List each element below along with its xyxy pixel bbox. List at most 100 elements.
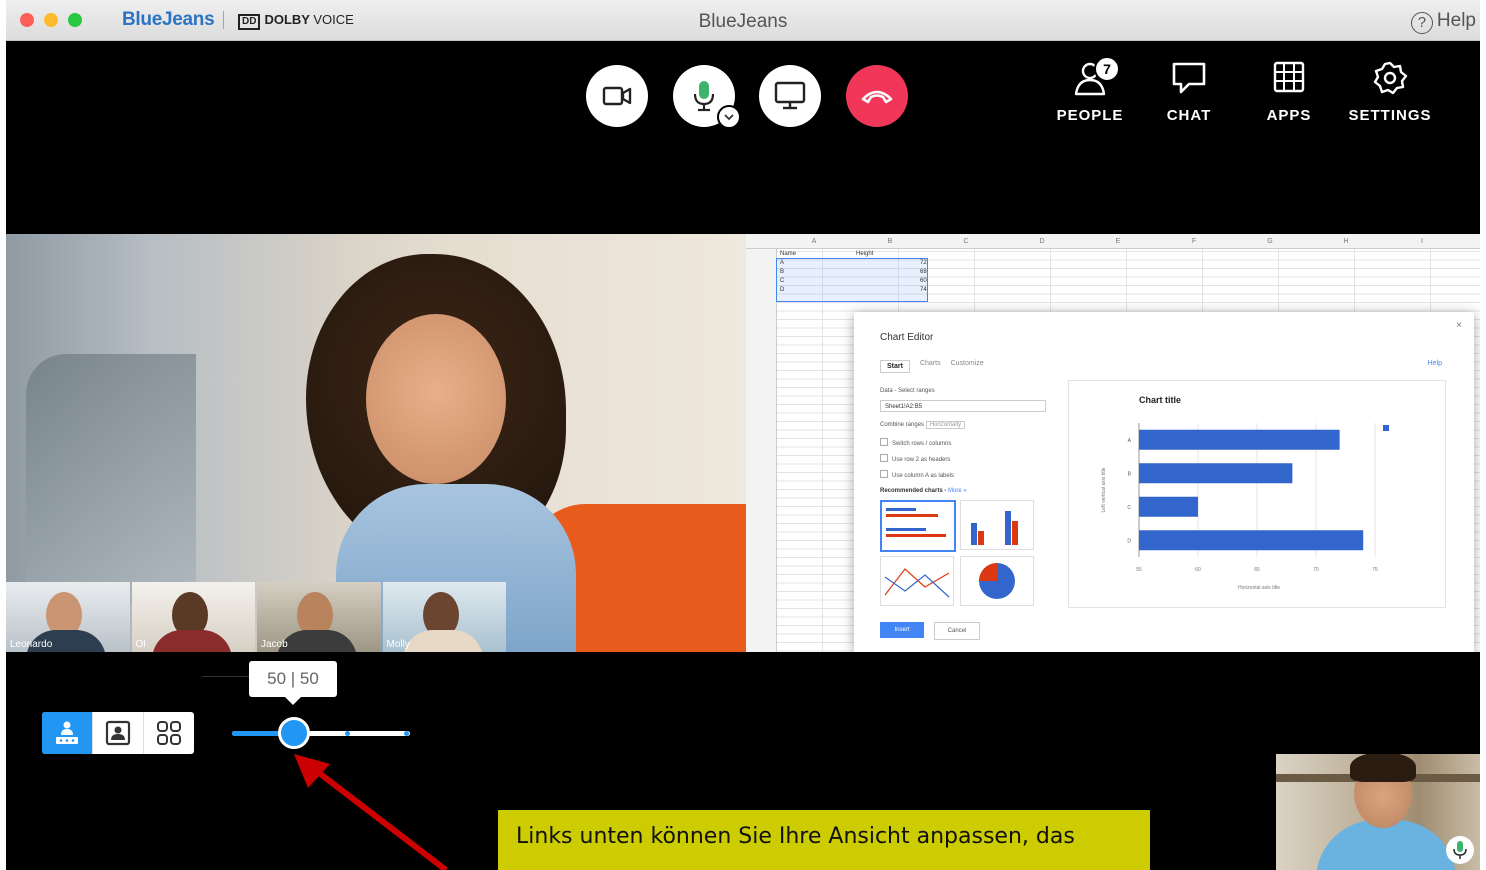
slider-tooltip: 50 | 50 [249,661,337,705]
chart-editor-tabs: Start Charts Customize [880,360,984,373]
hbar-chart-icon [886,508,946,537]
data-range-label: Data - Select ranges [880,388,935,394]
title-bar: BlueJeans DD DOLBY VOICE BlueJeans ? Help [6,0,1480,41]
layout-speaker-button[interactable] [42,712,93,754]
participant-name: Leonardo [10,639,53,650]
recommended-charts-row: Recommended charts - More » [880,488,967,494]
pie-chart-icon [979,563,1015,599]
cell-name: B [780,269,785,275]
data-range-input[interactable]: Sheet1!A2:B5 [880,400,1046,412]
mic-options-button[interactable] [717,105,741,129]
video-toggle-button[interactable] [586,65,648,127]
combine-ranges-select[interactable]: Horizontally [925,421,966,429]
chevron-down-icon [724,114,734,121]
person-card-icon [105,720,131,746]
participant-thumb[interactable]: Leonardo [6,582,130,652]
people-count-badge: 7 [1094,56,1120,82]
monitor-icon [774,81,806,110]
speaker-face [366,314,506,484]
bluejeans-window: BlueJeans DD DOLBY VOICE BlueJeans ? Help … [6,0,1480,870]
apps-grid-icon [1273,61,1305,93]
spreadsheet-row-headers [746,249,777,652]
recommended-column-thumb[interactable] [960,500,1034,550]
presenter-icon [56,721,78,744]
participant-thumb[interactable]: Jacob [257,582,381,652]
column-chart-icon [971,511,1018,545]
tab-start[interactable]: Start [880,360,910,373]
settings-button[interactable]: SETTINGS [1340,60,1440,124]
annotation-callout: Links unten können Sie Ihre Ansicht anpa… [498,810,1150,870]
layout-gallery-button[interactable] [144,712,194,754]
self-view-mic-button[interactable] [1446,836,1474,864]
layout-person-button[interactable] [93,712,144,754]
participant-thumb[interactable]: Molly [382,582,506,652]
main-speaker-video[interactable]: Leonardo Ol Jacob Molly [6,234,746,652]
participant-body [151,630,232,652]
combine-ranges-label: Combine ranges [880,422,925,428]
self-view-video[interactable] [1276,754,1480,870]
bar [1139,429,1340,450]
video-stage: Leonardo Ol Jacob Molly A B C D E F G H … [6,234,1480,652]
video-camera-icon [602,86,632,106]
people-button[interactable]: 7 PEOPLE [1040,56,1140,124]
cell-height: 68 [920,269,927,275]
option-label: Use column A as labels [892,473,955,479]
x-tick-label: 70 [1313,567,1319,573]
apps-button[interactable]: APPS [1239,60,1339,124]
screen-share-button[interactable] [759,65,821,127]
y-tick-label: D [1127,538,1131,544]
bar [1139,463,1293,484]
bar [1139,530,1364,551]
tab-customize[interactable]: Customize [951,360,984,373]
bar [1139,496,1198,517]
option-row[interactable]: Switch rows / columns [880,438,951,447]
cell-height: 72 [920,260,927,266]
participant-body [277,630,357,652]
chart-editor-title: Chart Editor [880,332,934,343]
x-tick-label: 75 [1372,567,1378,573]
cancel-button[interactable]: Cancel [934,622,980,640]
checkbox[interactable] [880,454,888,462]
help-button[interactable]: ? Help [1410,10,1476,34]
tab-charts[interactable]: Charts [920,360,941,373]
chart-editor-close-button[interactable]: × [1456,320,1462,331]
tooltip-connector [202,676,250,677]
combine-ranges-row: Combine ranges Horizontally [880,421,966,429]
checkbox[interactable] [880,438,888,446]
participant-thumb[interactable]: Ol [131,582,255,652]
line-chart-icon [884,568,950,598]
y-tick-label: B [1128,471,1132,477]
cell-name: A [780,260,785,266]
recommended-line-thumb[interactable] [880,556,954,606]
chart-editor-dialog: Chart Editor × Start Charts Customize He… [854,312,1474,652]
screen-share-view[interactable]: A B C D E F G H I Name Height A 72 B 68 … [746,234,1480,652]
slider-stop [345,731,350,736]
background-lamp [26,354,196,604]
hang-up-button[interactable] [846,65,908,127]
insert-button[interactable]: Insert [880,622,924,638]
column-header: I [1421,238,1423,245]
x-tick-label: 65 [1254,567,1260,573]
participant-name: Jacob [261,639,288,650]
recommended-hbar-thumb[interactable] [880,500,956,552]
option-row[interactable]: Use row 2 as headers [880,454,950,463]
y-axis-title: Left vertical axis title [1101,467,1107,512]
column-header: A [811,238,817,245]
legend-swatch [1383,425,1389,431]
microphone-icon [1453,841,1467,859]
column-header: E [1115,238,1121,245]
checkbox[interactable] [880,470,888,478]
chat-button[interactable]: CHAT [1139,60,1239,124]
chart-editor-help-link[interactable]: Help [1428,360,1442,367]
recommended-pie-thumb[interactable] [960,556,1034,606]
slider-handle[interactable] [278,717,311,749]
participant-body [402,630,483,652]
recommended-label: Recommended charts - [880,488,947,494]
mic-toggle-button[interactable] [673,65,741,129]
microphone-icon [693,81,715,112]
option-row[interactable]: Use column A as labels [880,470,954,479]
cell-name: C [780,278,785,284]
more-charts-link[interactable]: More » [948,488,967,494]
chart-preview: Chart title 55 60 65 70 75 A B C D Horizontal axis… [1068,380,1446,608]
split-ratio-slider[interactable] [232,717,410,749]
